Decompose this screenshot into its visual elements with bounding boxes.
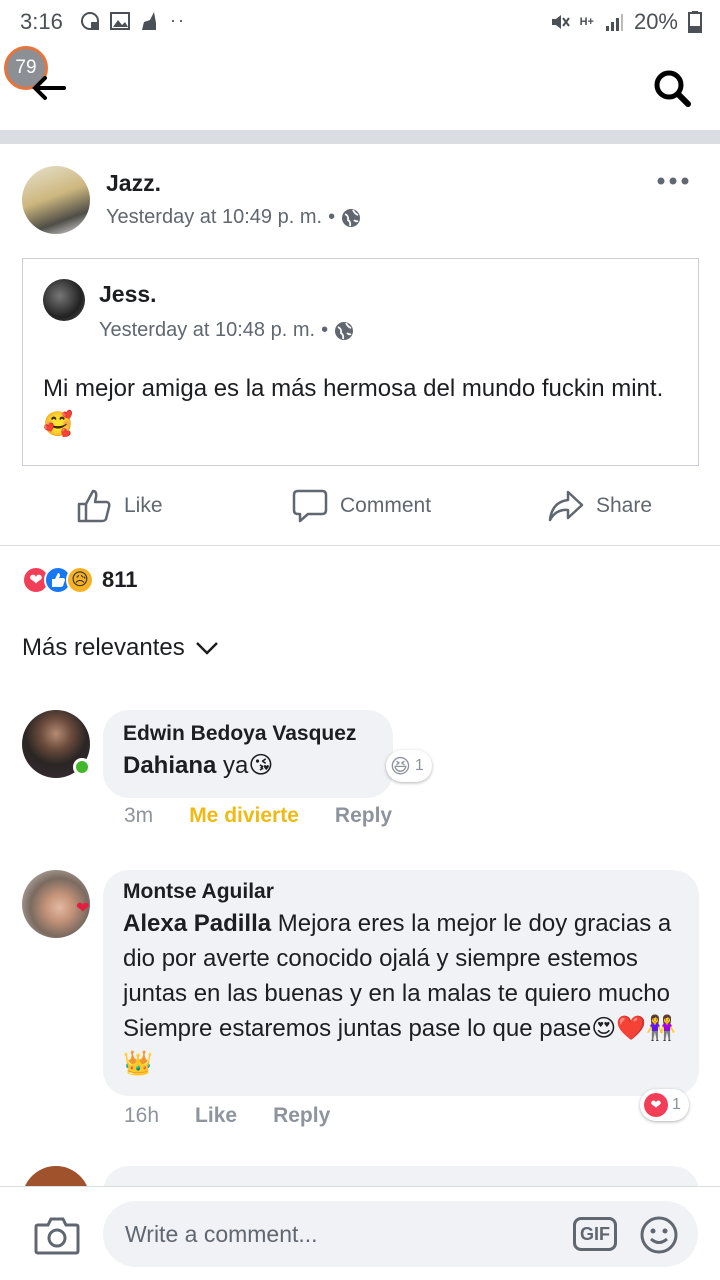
comment-text: Alexa Padilla Mejora eres la mejor le do…	[123, 906, 679, 1081]
comment-reaction-count: 1	[672, 1096, 681, 1113]
shared-author-name[interactable]: Jess.	[99, 281, 157, 308]
comment-time: 3m	[124, 804, 154, 827]
status-bar: 3:16 ·· H+ 20%	[0, 0, 720, 44]
shared-timestamp-row: Yesterday at 10:48 p. m. •	[99, 319, 354, 342]
mute-icon	[551, 15, 570, 29]
header-divider	[0, 130, 720, 144]
comment-button[interactable]: Comment	[292, 488, 431, 524]
gallery-notification-icon	[110, 11, 130, 30]
shared-post-text: Mi mejor amiga es la más hermosa del mun…	[43, 375, 664, 438]
heart-frame-icon: ❤	[76, 900, 90, 917]
actions-divider	[0, 545, 720, 546]
battery-icon	[688, 11, 702, 33]
comment-reaction-badge[interactable]: ❤ 1	[640, 1089, 689, 1121]
comment-mention[interactable]: Dahiana	[123, 752, 216, 779]
comment-bubble[interactable]: Montse Aguilar Alexa Padilla Mejora eres…	[103, 870, 699, 1096]
emoji-icon[interactable]	[639, 1215, 679, 1255]
comment-bubble[interactable]: Edwin Bedoya Vasquez Dahiana ya😘	[103, 710, 393, 798]
comment-composer: Write a comment... GIF	[0, 1186, 720, 1280]
network-type: H+	[579, 16, 594, 28]
chevron-down-icon	[195, 642, 218, 655]
sort-label: Más relevantes	[22, 634, 185, 661]
comment-reaction-count: 1	[414, 757, 424, 774]
more-notifications-icon: ··	[170, 10, 186, 30]
shared-post[interactable]: Jess. Yesterday at 10:48 p. m. • Mi mejo…	[22, 258, 699, 466]
reaction-summary[interactable]: ❤ 😥 811	[22, 566, 138, 594]
comment-label: Comment	[340, 494, 432, 517]
whatsapp-notification-icon	[81, 11, 99, 30]
like-label: Like	[124, 494, 163, 517]
shared-author-avatar[interactable]	[43, 279, 85, 321]
cleaner-notification-icon	[142, 11, 156, 30]
like-button[interactable]: Like	[76, 488, 163, 524]
comment-bubble-icon	[292, 489, 328, 523]
comment-actions: 3m Me divierte Reply	[124, 804, 392, 828]
comment-mention[interactable]: Alexa Padilla	[123, 910, 271, 937]
shared-separator: •	[321, 319, 329, 341]
me-divierte-button[interactable]: Me divierte	[189, 804, 299, 828]
share-button[interactable]: Share	[548, 488, 652, 524]
reaction-count: 811	[102, 567, 138, 592]
comment-body: ya😘	[216, 752, 274, 779]
comment-author[interactable]: Montse Aguilar	[123, 880, 679, 904]
globe-icon	[335, 321, 354, 340]
status-time: 3:16	[20, 9, 63, 34]
post-separator: •	[328, 206, 336, 228]
comment-actions: 16h Like Reply	[124, 1104, 330, 1128]
signal-icon	[605, 14, 623, 31]
globe-icon	[342, 208, 361, 227]
love-reaction-icon: ❤	[644, 1093, 668, 1117]
share-label: Share	[596, 494, 653, 517]
like-thumb-icon	[77, 489, 111, 523]
online-indicator	[73, 758, 91, 776]
gif-button[interactable]: GIF	[573, 1217, 617, 1251]
comment-time: 16h	[124, 1104, 160, 1127]
search-icon[interactable]	[652, 68, 692, 108]
comments-sort-dropdown[interactable]: Más relevantes	[22, 634, 219, 662]
reply-button[interactable]: Reply	[273, 1104, 330, 1128]
comment-input[interactable]: Write a comment... GIF	[103, 1201, 698, 1267]
back-arrow-icon[interactable]	[30, 74, 66, 102]
comment-placeholder: Write a comment...	[125, 1221, 318, 1247]
reply-button[interactable]: Reply	[335, 804, 392, 828]
post-timestamp-row: Yesterday at 10:49 p. m. •	[106, 206, 361, 229]
post-author-name[interactable]: Jazz.	[106, 170, 161, 197]
comment-reaction-badge[interactable]: 😆 1	[386, 750, 432, 782]
post-timestamp[interactable]: Yesterday at 10:49 p. m.	[106, 206, 322, 229]
laugh-reaction-icon: 😆	[390, 755, 411, 778]
comment-text: Dahiana ya😘	[123, 748, 373, 783]
more-options-icon[interactable]	[656, 176, 690, 186]
shared-timestamp[interactable]: Yesterday at 10:48 p. m.	[99, 319, 315, 342]
sad-reaction-icon: 😥	[66, 566, 94, 594]
post-author-avatar[interactable]	[22, 166, 90, 234]
comment-author[interactable]: Edwin Bedoya Vasquez	[123, 722, 373, 746]
post-actions: Like Comment Share	[0, 480, 720, 540]
camera-icon[interactable]	[34, 1215, 80, 1255]
share-arrow-icon	[548, 490, 584, 522]
comment-like-button[interactable]: Like	[195, 1104, 237, 1128]
battery-percent: 20%	[633, 9, 678, 34]
